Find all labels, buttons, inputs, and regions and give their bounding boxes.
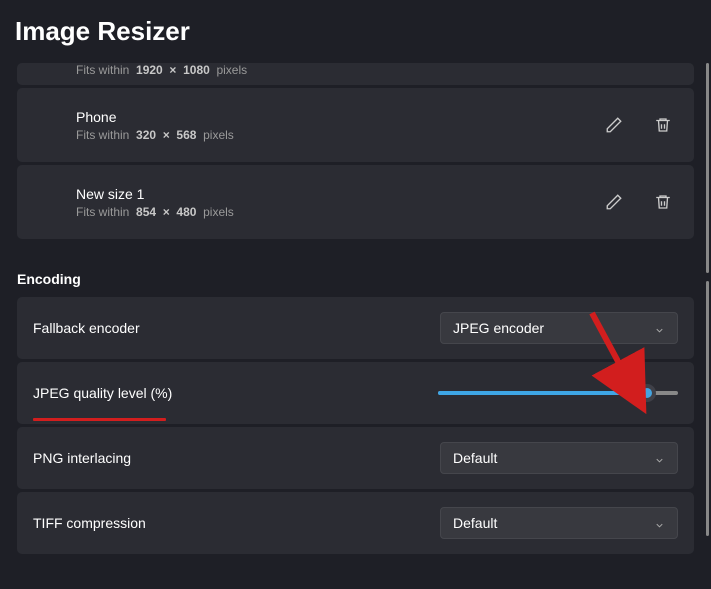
- png-interlacing-row: PNG interlacing Default: [17, 427, 694, 489]
- content-area: Fits within 1920 × 1080 pixels Phone Fit…: [0, 63, 711, 588]
- dropdown-value: JPEG encoder: [453, 320, 544, 336]
- preset-desc: Fits within 854 × 480 pixels: [76, 205, 605, 219]
- chevron-down-icon: [654, 323, 665, 334]
- fallback-encoder-dropdown[interactable]: JPEG encoder: [440, 312, 678, 344]
- page-title: Image Resizer: [15, 16, 696, 47]
- edit-icon[interactable]: [605, 116, 623, 134]
- page-header: Image Resizer: [0, 0, 711, 63]
- chevron-down-icon: [654, 518, 665, 529]
- encoding-section-header: Encoding: [17, 271, 694, 287]
- annotation-underline: [33, 418, 166, 421]
- fallback-encoder-row: Fallback encoder JPEG encoder: [17, 297, 694, 359]
- trash-icon[interactable]: [654, 193, 672, 211]
- preset-name: New size 1: [76, 186, 605, 202]
- preset-desc: Fits within 1920 × 1080 pixels: [76, 63, 678, 77]
- preset-row-partial: Fits within 1920 × 1080 pixels: [17, 63, 694, 85]
- png-interlacing-label: PNG interlacing: [33, 450, 440, 466]
- tiff-compression-row: TIFF compression Default: [17, 492, 694, 554]
- fallback-encoder-label: Fallback encoder: [33, 320, 440, 336]
- slider-fill: [438, 391, 647, 395]
- slider-thumb[interactable]: [638, 384, 656, 402]
- png-interlacing-dropdown[interactable]: Default: [440, 442, 678, 474]
- preset-desc: Fits within 320 × 568 pixels: [76, 128, 605, 142]
- tiff-compression-dropdown[interactable]: Default: [440, 507, 678, 539]
- scrollbar[interactable]: [706, 63, 709, 273]
- edit-icon[interactable]: [605, 193, 623, 211]
- jpeg-quality-slider[interactable]: [438, 391, 678, 395]
- jpeg-quality-label: JPEG quality level (%): [33, 385, 438, 401]
- tiff-compression-label: TIFF compression: [33, 515, 440, 531]
- preset-row-phone[interactable]: Phone Fits within 320 × 568 pixels: [17, 88, 694, 162]
- preset-name: Phone: [76, 109, 605, 125]
- dropdown-value: Default: [453, 450, 497, 466]
- scrollbar[interactable]: [706, 281, 709, 536]
- chevron-down-icon: [654, 453, 665, 464]
- jpeg-quality-row: JPEG quality level (%): [17, 362, 694, 424]
- preset-row-newsize1[interactable]: New size 1 Fits within 854 × 480 pixels: [17, 165, 694, 239]
- dropdown-value: Default: [453, 515, 497, 531]
- trash-icon[interactable]: [654, 116, 672, 134]
